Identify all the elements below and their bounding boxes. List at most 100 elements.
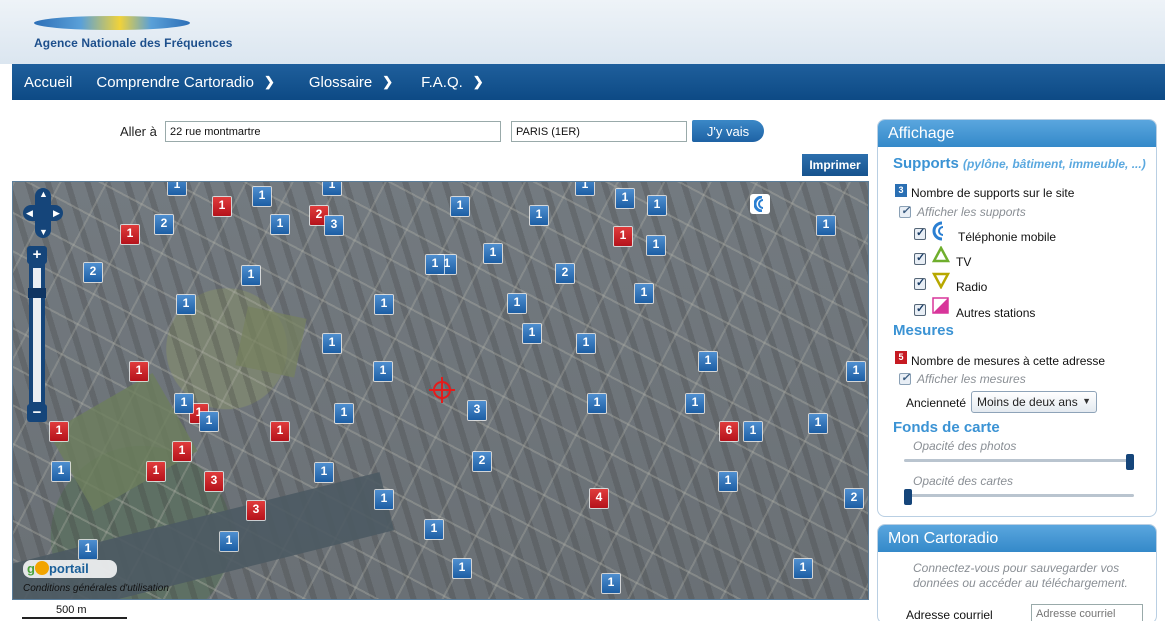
radio-checkbox[interactable] bbox=[914, 276, 926, 290]
show-supports-row[interactable]: Afficher les supports bbox=[899, 204, 1026, 219]
support-marker[interactable]: 1 bbox=[794, 559, 812, 578]
support-marker[interactable]: 2 bbox=[473, 452, 491, 471]
map-view[interactable]: 1111212311111111112111121111111111113111… bbox=[12, 181, 869, 600]
support-marker[interactable]: 1 bbox=[52, 462, 70, 481]
type-mobile-row[interactable]: Téléphonie mobile bbox=[914, 221, 1056, 247]
support-marker[interactable]: 1 bbox=[220, 532, 238, 551]
support-marker[interactable]: 1 bbox=[175, 394, 193, 413]
support-marker[interactable]: 1 bbox=[315, 463, 333, 482]
support-marker[interactable]: 1 bbox=[177, 295, 195, 314]
support-marker[interactable]: 1 bbox=[602, 574, 620, 593]
address-input[interactable] bbox=[165, 121, 501, 142]
support-marker[interactable]: 2 bbox=[556, 264, 574, 283]
support-marker[interactable]: 1 bbox=[616, 189, 634, 208]
slider-handle[interactable] bbox=[1126, 454, 1134, 470]
support-marker[interactable]: 1 bbox=[647, 236, 665, 255]
type-other-row[interactable]: Autres stations bbox=[914, 297, 1035, 323]
anciennete-select[interactable]: Moins de deux ans ▼ bbox=[971, 391, 1097, 413]
support-marker[interactable]: 2 bbox=[155, 215, 173, 234]
measure-marker[interactable]: 1 bbox=[50, 422, 68, 441]
support-marker[interactable]: 1 bbox=[375, 295, 393, 314]
support-marker[interactable]: 1 bbox=[242, 266, 260, 285]
support-marker[interactable]: 1 bbox=[253, 187, 271, 206]
nav-item-faq[interactable]: F.A.Q. ❯ bbox=[409, 64, 496, 100]
support-marker[interactable]: 1 bbox=[577, 334, 595, 353]
measure-marker[interactable]: 6 bbox=[720, 422, 738, 441]
show-mesures-checkbox[interactable] bbox=[899, 371, 911, 385]
terms-link[interactable]: Conditions générales d'utilisation bbox=[23, 583, 169, 594]
support-marker[interactable]: 1 bbox=[374, 362, 392, 381]
measure-marker[interactable]: 1 bbox=[213, 197, 231, 216]
support-marker[interactable]: 1 bbox=[847, 362, 865, 381]
support-marker[interactable]: 1 bbox=[375, 490, 393, 509]
support-marker[interactable]: 1 bbox=[817, 216, 835, 235]
show-mesures-row[interactable]: Afficher les mesures bbox=[899, 371, 1026, 386]
type-tv-row[interactable]: TV bbox=[914, 246, 971, 272]
measure-marker[interactable]: 1 bbox=[121, 225, 139, 244]
nav-item-comprendre[interactable]: Comprendre Cartoradio ❯ bbox=[84, 64, 286, 100]
support-marker[interactable]: 1 bbox=[425, 520, 443, 539]
zoom-slider-handle[interactable] bbox=[28, 288, 46, 298]
zoom-control[interactable]: + − bbox=[27, 246, 47, 422]
support-marker[interactable]: 1 bbox=[744, 422, 762, 441]
measure-marker[interactable]: 1 bbox=[173, 442, 191, 461]
show-supports-checkbox[interactable] bbox=[899, 204, 911, 218]
anfr-logo[interactable]: Agence Nationale des Fréquences bbox=[30, 12, 232, 54]
support-marker[interactable]: 1 bbox=[576, 182, 594, 195]
pan-right-icon[interactable]: ▶ bbox=[53, 208, 60, 219]
support-marker[interactable]: 1 bbox=[719, 472, 737, 491]
support-marker[interactable]: 3 bbox=[468, 401, 486, 420]
zoom-in-button[interactable]: + bbox=[27, 246, 47, 264]
nav-item-glossaire[interactable]: Glossaire ❯ bbox=[297, 64, 405, 100]
map-opacity-slider[interactable] bbox=[904, 489, 1134, 505]
measure-marker[interactable]: 1 bbox=[147, 462, 165, 481]
geoportail-logo[interactable]: g portail bbox=[23, 560, 117, 578]
email-field[interactable] bbox=[1031, 604, 1143, 621]
support-marker[interactable]: 1 bbox=[168, 182, 186, 195]
nav-item-accueil[interactable]: Accueil bbox=[12, 64, 84, 100]
slider-handle[interactable] bbox=[904, 489, 912, 505]
measure-marker[interactable]: 4 bbox=[590, 489, 608, 508]
measure-marker[interactable]: 3 bbox=[205, 472, 223, 491]
support-marker[interactable]: 2 bbox=[845, 489, 863, 508]
support-marker[interactable]: 1 bbox=[809, 414, 827, 433]
measure-marker[interactable]: 1 bbox=[614, 227, 632, 246]
support-marker[interactable]: 1 bbox=[699, 352, 717, 371]
support-marker[interactable]: 1 bbox=[686, 394, 704, 413]
go-button[interactable]: J'y vais bbox=[692, 120, 764, 142]
support-marker[interactable]: 1 bbox=[523, 324, 541, 343]
pan-left-icon[interactable]: ◀ bbox=[26, 208, 33, 219]
pan-up-icon[interactable]: ▲ bbox=[39, 189, 48, 199]
support-marker[interactable]: 3 bbox=[325, 216, 343, 235]
support-marker[interactable]: 1 bbox=[426, 255, 444, 274]
support-marker[interactable]: 1 bbox=[508, 294, 526, 313]
measure-marker[interactable]: 3 bbox=[247, 501, 265, 520]
support-marker[interactable]: 1 bbox=[451, 197, 469, 216]
zoom-out-button[interactable]: − bbox=[27, 404, 47, 422]
pan-control[interactable]: ▲ ▼ ◀ ▶ bbox=[23, 188, 63, 238]
pan-down-icon[interactable]: ▼ bbox=[39, 227, 48, 237]
support-marker[interactable]: 1 bbox=[200, 412, 218, 431]
support-marker[interactable]: 2 bbox=[84, 263, 102, 282]
support-marker[interactable]: 1 bbox=[484, 244, 502, 263]
support-marker[interactable]: 1 bbox=[648, 196, 666, 215]
measure-marker[interactable]: 1 bbox=[271, 422, 289, 441]
support-marker[interactable]: 1 bbox=[588, 394, 606, 413]
support-marker[interactable]: 1 bbox=[453, 559, 471, 578]
support-marker[interactable]: 1 bbox=[635, 284, 653, 303]
support-marker[interactable]: 1 bbox=[335, 404, 353, 423]
tv-checkbox[interactable] bbox=[914, 251, 926, 265]
support-marker[interactable]: 1 bbox=[530, 206, 548, 225]
other-stations-checkbox[interactable] bbox=[914, 302, 926, 316]
support-marker[interactable]: 1 bbox=[323, 334, 341, 353]
city-input[interactable] bbox=[511, 121, 687, 142]
print-button[interactable]: Imprimer bbox=[802, 154, 868, 176]
mobile-checkbox[interactable] bbox=[914, 226, 926, 240]
support-marker[interactable]: 1 bbox=[323, 182, 341, 195]
support-marker[interactable]: 1 bbox=[271, 215, 289, 234]
measure-marker[interactable]: 1 bbox=[130, 362, 148, 381]
type-radio-row[interactable]: Radio bbox=[914, 271, 987, 297]
photo-opacity-slider[interactable] bbox=[904, 454, 1134, 470]
mobile-support-marker[interactable] bbox=[750, 194, 770, 214]
support-marker[interactable]: 1 bbox=[79, 540, 97, 559]
